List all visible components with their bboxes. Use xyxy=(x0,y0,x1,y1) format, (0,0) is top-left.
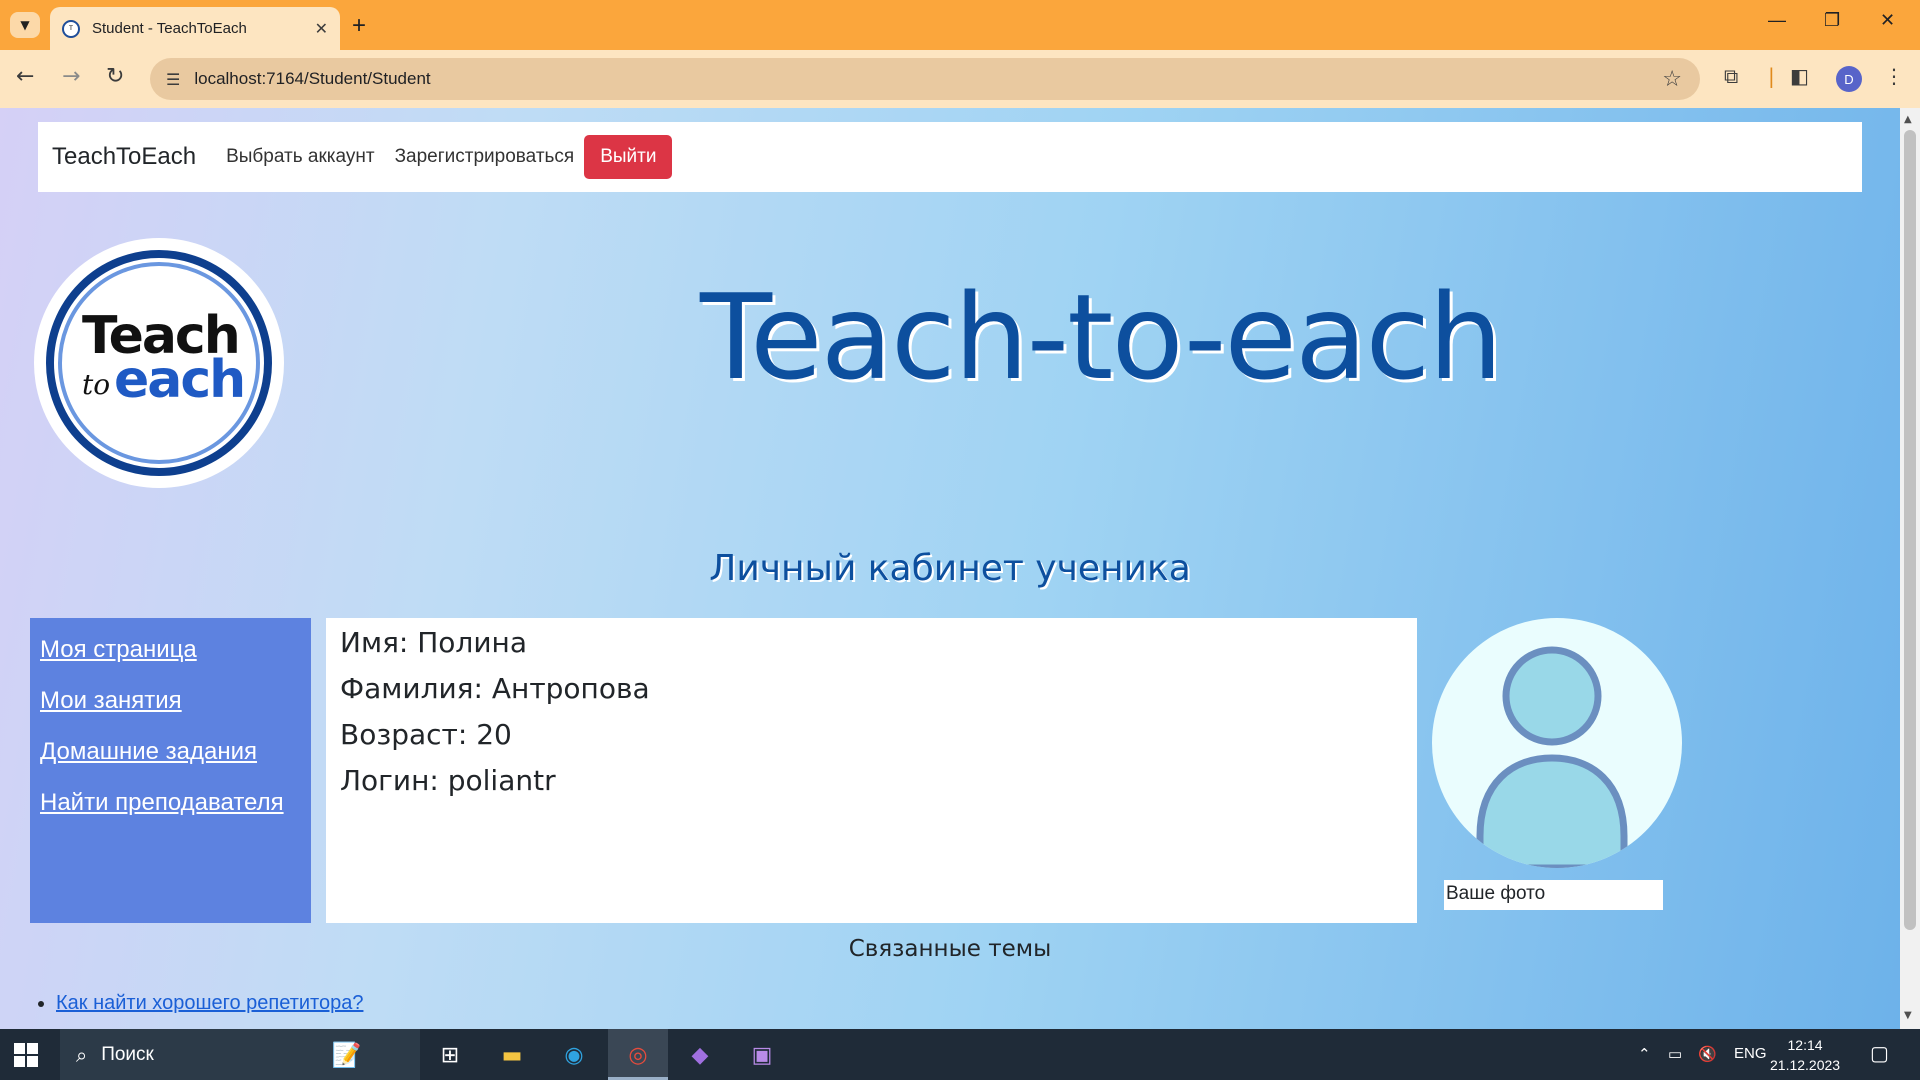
browser-tab-strip: ▼ T Student - TeachToEach ✕ + — ❐ ✕ xyxy=(0,0,1920,50)
student-login: Логин: poliantr xyxy=(340,764,556,797)
clock-date: 21.12.2023 xyxy=(1770,1057,1841,1073)
new-tab-button[interactable]: + xyxy=(352,12,366,40)
browser-toolbar: ← → ↻ ☰ localhost:7164/Student/Student ☆… xyxy=(0,50,1920,108)
windows-start-icon[interactable] xyxy=(14,1043,38,1067)
clock[interactable]: 12:14 21.12.2023 xyxy=(1770,1035,1840,1075)
minimize-icon[interactable]: — xyxy=(1768,10,1786,31)
sidebar: Моя страница Мои занятия Домашние задани… xyxy=(30,618,311,923)
url-text[interactable]: localhost:7164/Student/Student xyxy=(194,69,1662,89)
favicon-icon: T xyxy=(62,19,80,38)
battery-icon[interactable]: ▭ xyxy=(1668,1045,1682,1063)
arrow-right-icon[interactable]: → xyxy=(62,64,80,89)
file-explorer-icon[interactable]: ▬ xyxy=(494,1037,530,1073)
nav-link-register[interactable]: Зарегистрироваться xyxy=(395,146,575,168)
side-panel-icon[interactable]: ◧ xyxy=(1790,64,1809,88)
tab-search-button[interactable]: ▼ xyxy=(10,12,40,38)
scrollbar-thumb[interactable] xyxy=(1904,130,1916,930)
person-icon xyxy=(1476,646,1628,868)
logo-word-to: to xyxy=(82,368,111,401)
sidebar-item-find-teacher[interactable]: Найти преподавателя xyxy=(40,789,301,817)
student-surname: Фамилия: Антропова xyxy=(340,672,650,705)
notification-icon[interactable]: ▢ xyxy=(1870,1041,1889,1066)
chrome-icon[interactable]: ◎ xyxy=(620,1037,656,1073)
sidebar-item-my-lessons[interactable]: Мои занятия xyxy=(40,687,301,715)
logout-button[interactable]: Выйти xyxy=(584,135,673,179)
nav-link-choose-account[interactable]: Выбрать аккаунт xyxy=(226,146,374,168)
tune-icon[interactable]: ☰ xyxy=(166,70,180,89)
toolbar-divider: | xyxy=(1768,64,1775,88)
reload-icon[interactable]: ↻ xyxy=(106,64,124,89)
page-scrollbar[interactable]: ▲ ▼ xyxy=(1900,108,1920,1029)
kebab-menu-icon[interactable]: ⋮ xyxy=(1884,64,1904,88)
scroll-up-icon[interactable]: ▲ xyxy=(1904,114,1912,125)
scroll-down-icon[interactable]: ▼ xyxy=(1904,1010,1912,1021)
browser-tab[interactable]: T Student - TeachToEach ✕ xyxy=(50,7,340,50)
taskbar-search[interactable]: ⌕ Поиск 📝 xyxy=(60,1029,420,1080)
chevron-down-icon: ▼ xyxy=(20,18,30,32)
close-icon[interactable]: ✕ xyxy=(315,19,328,38)
site-logo: Teach to each xyxy=(34,238,284,488)
star-icon[interactable]: ☆ xyxy=(1662,67,1682,92)
related-topics-list: Как найти хорошего репетитора? xyxy=(32,990,363,1016)
terminal-icon[interactable]: ▣ xyxy=(744,1037,780,1073)
restore-icon[interactable]: ❐ xyxy=(1824,10,1840,31)
profile-avatar[interactable]: D xyxy=(1836,66,1862,92)
visual-studio-icon[interactable]: ◆ xyxy=(682,1037,718,1073)
tab-title: Student - TeachToEach xyxy=(92,20,247,37)
task-view-icon[interactable]: ⊞ xyxy=(432,1037,468,1073)
search-highlight-icon: 📝 xyxy=(331,1040,362,1069)
puzzle-icon[interactable]: ⧉ xyxy=(1724,64,1738,88)
photo-caption: Ваше фото xyxy=(1444,880,1663,910)
language-indicator[interactable]: ENG xyxy=(1734,1045,1767,1062)
os-taskbar: ⌕ Поиск 📝 ⊞ ▬ ◉ ◎ ◆ ▣ ⌃ ▭ 🔇 ENG 12:14 21… xyxy=(0,1029,1920,1080)
navbar-brand[interactable]: TeachToEach xyxy=(52,143,196,171)
user-avatar-icon xyxy=(1432,618,1682,868)
clock-time: 12:14 xyxy=(1787,1037,1823,1053)
student-info-panel: Имя: Полина Фамилия: Антропова Возраст: … xyxy=(326,618,1417,923)
site-navbar: TeachToEach Выбрать аккаунт Зарегистриро… xyxy=(38,122,1862,192)
taskbar-search-placeholder: Поиск xyxy=(101,1043,154,1065)
edge-browser-icon[interactable]: ◉ xyxy=(556,1037,592,1073)
student-age: Возраст: 20 xyxy=(340,718,512,751)
student-name: Имя: Полина xyxy=(340,626,527,659)
list-item: Как найти хорошего репетитора? xyxy=(56,990,363,1016)
sidebar-item-homework[interactable]: Домашние задания xyxy=(40,738,301,766)
chevron-up-icon[interactable]: ⌃ xyxy=(1638,1045,1651,1063)
page-viewport: TeachToEach Выбрать аккаунт Зарегистриро… xyxy=(0,108,1900,1029)
search-icon: ⌕ xyxy=(76,1042,88,1067)
close-window-icon[interactable]: ✕ xyxy=(1880,10,1895,31)
logo-word-each: each xyxy=(114,350,246,410)
hero-title: Teach-to-each xyxy=(700,268,1503,406)
speaker-muted-icon[interactable]: 🔇 xyxy=(1698,1045,1717,1063)
related-topics-title: Связанные темы xyxy=(848,936,1052,962)
arrow-left-icon[interactable]: ← xyxy=(16,64,34,89)
sidebar-item-my-page[interactable]: Моя страница xyxy=(40,636,301,664)
page-title: Личный кабинет ученика xyxy=(709,548,1191,589)
related-topic-link[interactable]: Как найти хорошего репетитора? xyxy=(56,992,363,1014)
address-bar[interactable]: ☰ localhost:7164/Student/Student ☆ xyxy=(150,58,1700,100)
